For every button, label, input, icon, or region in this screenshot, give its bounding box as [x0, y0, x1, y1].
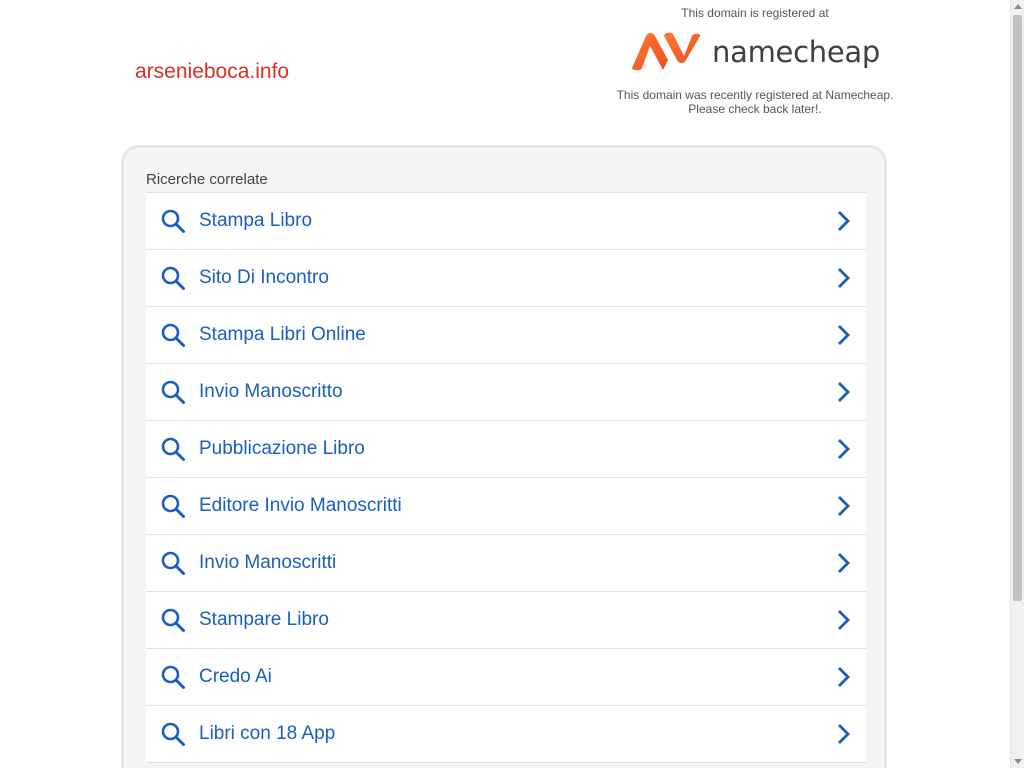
chevron-right-icon — [838, 724, 850, 744]
chevron-right-icon — [838, 382, 850, 402]
related-search-label: Sito Di Incontro — [199, 267, 329, 288]
related-search-item[interactable]: Editore Invio Manoscritti — [146, 478, 866, 535]
scroll-down-arrow-icon[interactable] — [1014, 759, 1022, 764]
related-search-item[interactable]: Invio Manoscritti — [146, 535, 866, 592]
chevron-right-icon — [838, 268, 850, 288]
search-icon — [161, 494, 185, 518]
namecheap-wordmark: namecheap — [712, 35, 880, 69]
search-icon — [161, 551, 185, 575]
registrar-heading: This domain is registered at — [681, 6, 829, 20]
related-search-item[interactable]: Pubblicazione Libro — [146, 421, 866, 478]
registrar-note-line1: This domain was recently registered at N… — [616, 88, 894, 102]
related-search-label: Pubblicazione Libro — [199, 438, 365, 459]
chevron-right-icon — [838, 439, 850, 459]
chevron-right-icon — [838, 610, 850, 630]
related-search-item[interactable]: Sito Di Incontro — [146, 250, 866, 307]
chevron-right-icon — [838, 325, 850, 345]
scroll-up-arrow-icon[interactable] — [1014, 4, 1022, 9]
namecheap-mark-icon — [632, 32, 701, 71]
related-search-label: Invio Manoscritto — [199, 381, 343, 402]
vertical-scrollbar[interactable] — [1010, 0, 1024, 768]
related-search-item[interactable]: Credo Ai — [146, 649, 866, 706]
registrar-note-line2: Please check back later!. — [688, 102, 822, 116]
related-search-label: Stampa Libro — [199, 210, 313, 231]
chevron-right-icon — [838, 211, 850, 231]
chevron-right-icon — [838, 496, 850, 516]
namecheap-logo[interactable]: namecheap — [600, 30, 910, 74]
related-search-label: Invio Manoscritti — [199, 552, 337, 573]
chevron-right-icon — [838, 553, 850, 573]
search-icon — [161, 323, 185, 347]
related-searches-list: Stampa Libro Sito Di Incontro Stampa Lib… — [146, 192, 866, 763]
chevron-right-icon — [838, 667, 850, 687]
related-searches-card: Ricerche correlate Stampa Libro Sito Di … — [121, 145, 887, 768]
search-icon — [161, 266, 185, 290]
related-search-label: Stampa Libri Online — [199, 324, 366, 345]
related-search-item[interactable]: Libri con 18 App — [146, 706, 866, 763]
parked-domain-page: arsenieboca.info This domain is register… — [0, 0, 1010, 768]
search-icon — [161, 209, 185, 233]
related-search-label: Editore Invio Manoscritti — [199, 495, 402, 516]
scrollbar-thumb[interactable] — [1013, 15, 1022, 601]
search-icon — [161, 722, 185, 746]
domain-name-title: arsenieboca.info — [135, 60, 290, 83]
related-search-label: Credo Ai — [199, 666, 272, 687]
related-search-label: Stampare Libro — [199, 609, 329, 630]
search-icon — [161, 665, 185, 689]
related-search-item[interactable]: Stampare Libro — [146, 592, 866, 649]
search-icon — [161, 437, 185, 461]
related-search-label: Libri con 18 App — [199, 723, 336, 744]
related-search-item[interactable]: Stampa Libri Online — [146, 307, 866, 364]
related-search-item[interactable]: Invio Manoscritto — [146, 364, 866, 421]
search-icon — [161, 608, 185, 632]
search-icon — [161, 380, 185, 404]
registrar-panel: This domain is registered at namecheap T… — [600, 6, 910, 116]
related-search-item[interactable]: Stampa Libro — [146, 193, 866, 250]
related-searches-title: Ricerche correlate — [146, 171, 268, 188]
